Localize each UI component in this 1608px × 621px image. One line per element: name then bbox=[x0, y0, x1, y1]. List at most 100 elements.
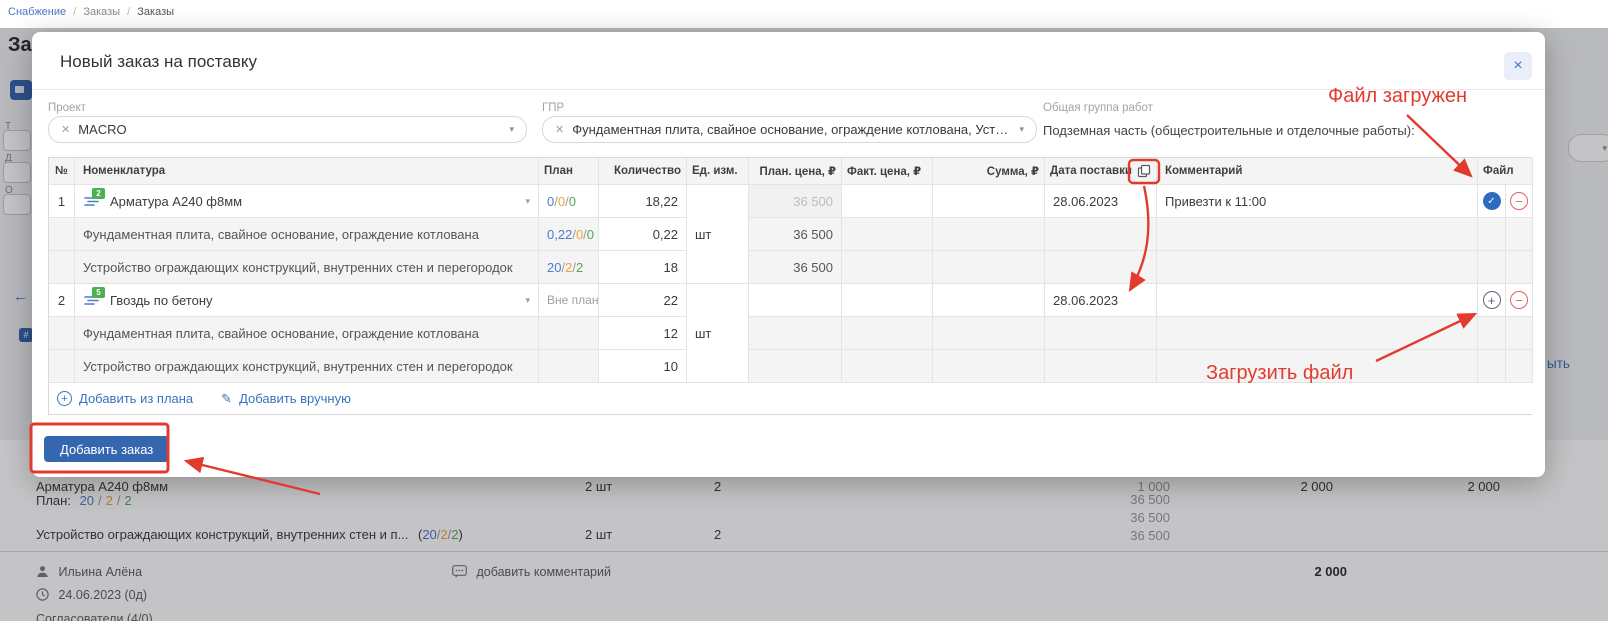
fact-price-input[interactable] bbox=[842, 185, 933, 218]
empty-cell bbox=[1478, 218, 1506, 251]
breadcrumb-orders[interactable]: Заказы bbox=[83, 6, 120, 18]
plan-price-cell: 36 500 bbox=[749, 251, 842, 284]
plan-price-cell: 36 500 bbox=[749, 185, 842, 218]
close-icon: × bbox=[1513, 57, 1522, 75]
file-uploaded-icon[interactable]: ✓ bbox=[1483, 192, 1501, 210]
pencil-icon: ✎ bbox=[221, 391, 232, 407]
clear-icon[interactable]: ✕ bbox=[61, 123, 70, 136]
add-from-plan-link[interactable]: + Добавить из плана bbox=[57, 391, 193, 406]
add-manual-link[interactable]: ✎ Добавить вручную bbox=[221, 391, 351, 407]
empty-cell bbox=[842, 218, 933, 251]
close-button[interactable]: × bbox=[1504, 52, 1532, 80]
qty-input[interactable]: 22 bbox=[599, 284, 687, 317]
header-date: Дата поставки bbox=[1045, 158, 1157, 185]
subrow-work-name: Фундаментная плита, свайное основание, о… bbox=[75, 317, 539, 350]
empty-cell bbox=[842, 251, 933, 284]
plan-cell bbox=[539, 317, 599, 350]
chevron-down-icon: ▾ bbox=[525, 295, 530, 306]
table-actions-row: + Добавить из плана ✎ Добавить вручную bbox=[49, 383, 1533, 414]
empty-cell bbox=[749, 317, 842, 350]
date-input[interactable]: 28.06.2023 bbox=[1045, 185, 1157, 218]
header-fact-price: Факт. цена, ₽ bbox=[842, 158, 933, 185]
empty-cell bbox=[1478, 317, 1506, 350]
qty-input[interactable]: 0,22 bbox=[599, 218, 687, 251]
empty-cell bbox=[1045, 251, 1157, 284]
header-plan: План bbox=[539, 158, 599, 185]
remove-row-icon[interactable]: − bbox=[1510, 192, 1528, 210]
unit-cell: шт bbox=[687, 284, 749, 383]
header-comment: Комментарий bbox=[1157, 158, 1478, 185]
modal-title: Новый заказ на поставку bbox=[60, 52, 257, 72]
header-file: Файл bbox=[1478, 158, 1533, 185]
add-order-button[interactable]: Добавить заказ bbox=[44, 436, 169, 462]
empty-cell bbox=[933, 218, 1045, 251]
row-num: 2 bbox=[49, 284, 75, 317]
nomenclature-name: Гвоздь по бетону bbox=[110, 293, 515, 308]
empty-cell bbox=[1478, 350, 1506, 383]
empty-cell bbox=[1045, 218, 1157, 251]
plan-count-badge: 2 bbox=[92, 188, 105, 199]
file-cell[interactable]: + bbox=[1478, 284, 1506, 317]
empty-cell bbox=[1045, 317, 1157, 350]
remove-row-cell[interactable]: − bbox=[1506, 284, 1533, 317]
upload-file-icon[interactable]: + bbox=[1483, 291, 1501, 309]
comment-input[interactable] bbox=[1157, 284, 1478, 317]
empty-cell bbox=[1157, 251, 1478, 284]
order-table: № Номенклатура План Количество Ед. изм. … bbox=[48, 157, 1532, 415]
remove-row-cell[interactable]: − bbox=[1506, 185, 1533, 218]
date-input[interactable]: 28.06.2023 bbox=[1045, 284, 1157, 317]
qty-input[interactable]: 18,22 bbox=[599, 185, 687, 218]
sum-cell bbox=[933, 185, 1045, 218]
nomenclature-icon: 5 bbox=[83, 292, 100, 309]
empty-cell bbox=[1045, 350, 1157, 383]
header-plan-price: План. цена, ₽ bbox=[749, 158, 842, 185]
row-num: 1 bbox=[49, 185, 75, 218]
new-order-modal: Новый заказ на поставку × Проект ✕ MACRO… bbox=[32, 32, 1545, 477]
gpr-select[interactable]: ✕ Фундаментная плита, свайное основание,… bbox=[542, 116, 1037, 143]
remove-row-icon[interactable]: − bbox=[1510, 291, 1528, 309]
empty-cell bbox=[749, 350, 842, 383]
breadcrumb-orders-current: Заказы bbox=[137, 6, 174, 18]
chevron-down-icon: ▾ bbox=[509, 124, 514, 135]
screen: Снабжение / Заказы / Заказы Заказы Т Д О… bbox=[0, 0, 1608, 621]
breadcrumb-supply[interactable]: Снабжение bbox=[8, 6, 66, 18]
divider bbox=[32, 89, 1545, 90]
empty-cell bbox=[1506, 350, 1533, 383]
qty-input[interactable]: 12 bbox=[599, 317, 687, 350]
breadcrumb-separator: / bbox=[127, 6, 130, 18]
plan-cell: Вне плана bbox=[539, 284, 599, 317]
subrow-num bbox=[49, 251, 75, 284]
plan-cell: 0,22/0/0 bbox=[539, 218, 599, 251]
empty-cell bbox=[842, 350, 933, 383]
nomenclature-select[interactable]: 2 Арматура А240 ф8мм ▾ bbox=[75, 185, 539, 218]
header-sum: Сумма, ₽ bbox=[933, 158, 1045, 185]
empty-cell bbox=[1157, 317, 1478, 350]
plan-count-badge: 5 bbox=[92, 287, 105, 298]
qty-input[interactable]: 18 bbox=[599, 251, 687, 284]
clear-icon[interactable]: ✕ bbox=[555, 123, 564, 136]
project-select[interactable]: ✕ MACRO ▾ bbox=[48, 116, 527, 143]
project-label: Проект bbox=[48, 102, 86, 114]
nomenclature-select[interactable]: 5 Гвоздь по бетону ▾ bbox=[75, 284, 539, 317]
file-cell[interactable]: ✓ bbox=[1478, 185, 1506, 218]
empty-cell bbox=[1157, 350, 1478, 383]
project-value: MACRO bbox=[78, 122, 501, 137]
copy-date-icon[interactable] bbox=[1137, 164, 1151, 178]
empty-cell bbox=[1157, 218, 1478, 251]
header-nomenclature: Номенклатура bbox=[75, 158, 539, 185]
plan-cell bbox=[539, 350, 599, 383]
plan-cell: 0/0/0 bbox=[539, 185, 599, 218]
plan-cell: 20/2/2 bbox=[539, 251, 599, 284]
empty-cell bbox=[1478, 251, 1506, 284]
comment-input[interactable]: Привезти к 11:00 bbox=[1157, 185, 1478, 218]
gpr-value: Фундаментная плита, свайное основание, о… bbox=[572, 122, 1011, 137]
plus-circle-icon: + bbox=[57, 391, 72, 406]
gpr-label: ГПР bbox=[542, 102, 564, 114]
fact-price-input[interactable] bbox=[842, 284, 933, 317]
empty-cell bbox=[842, 317, 933, 350]
qty-input[interactable]: 10 bbox=[599, 350, 687, 383]
chevron-down-icon: ▾ bbox=[525, 196, 530, 207]
sum-cell bbox=[933, 284, 1045, 317]
top-bar: Снабжение / Заказы / Заказы bbox=[0, 0, 1608, 28]
subrow-num bbox=[49, 218, 75, 251]
